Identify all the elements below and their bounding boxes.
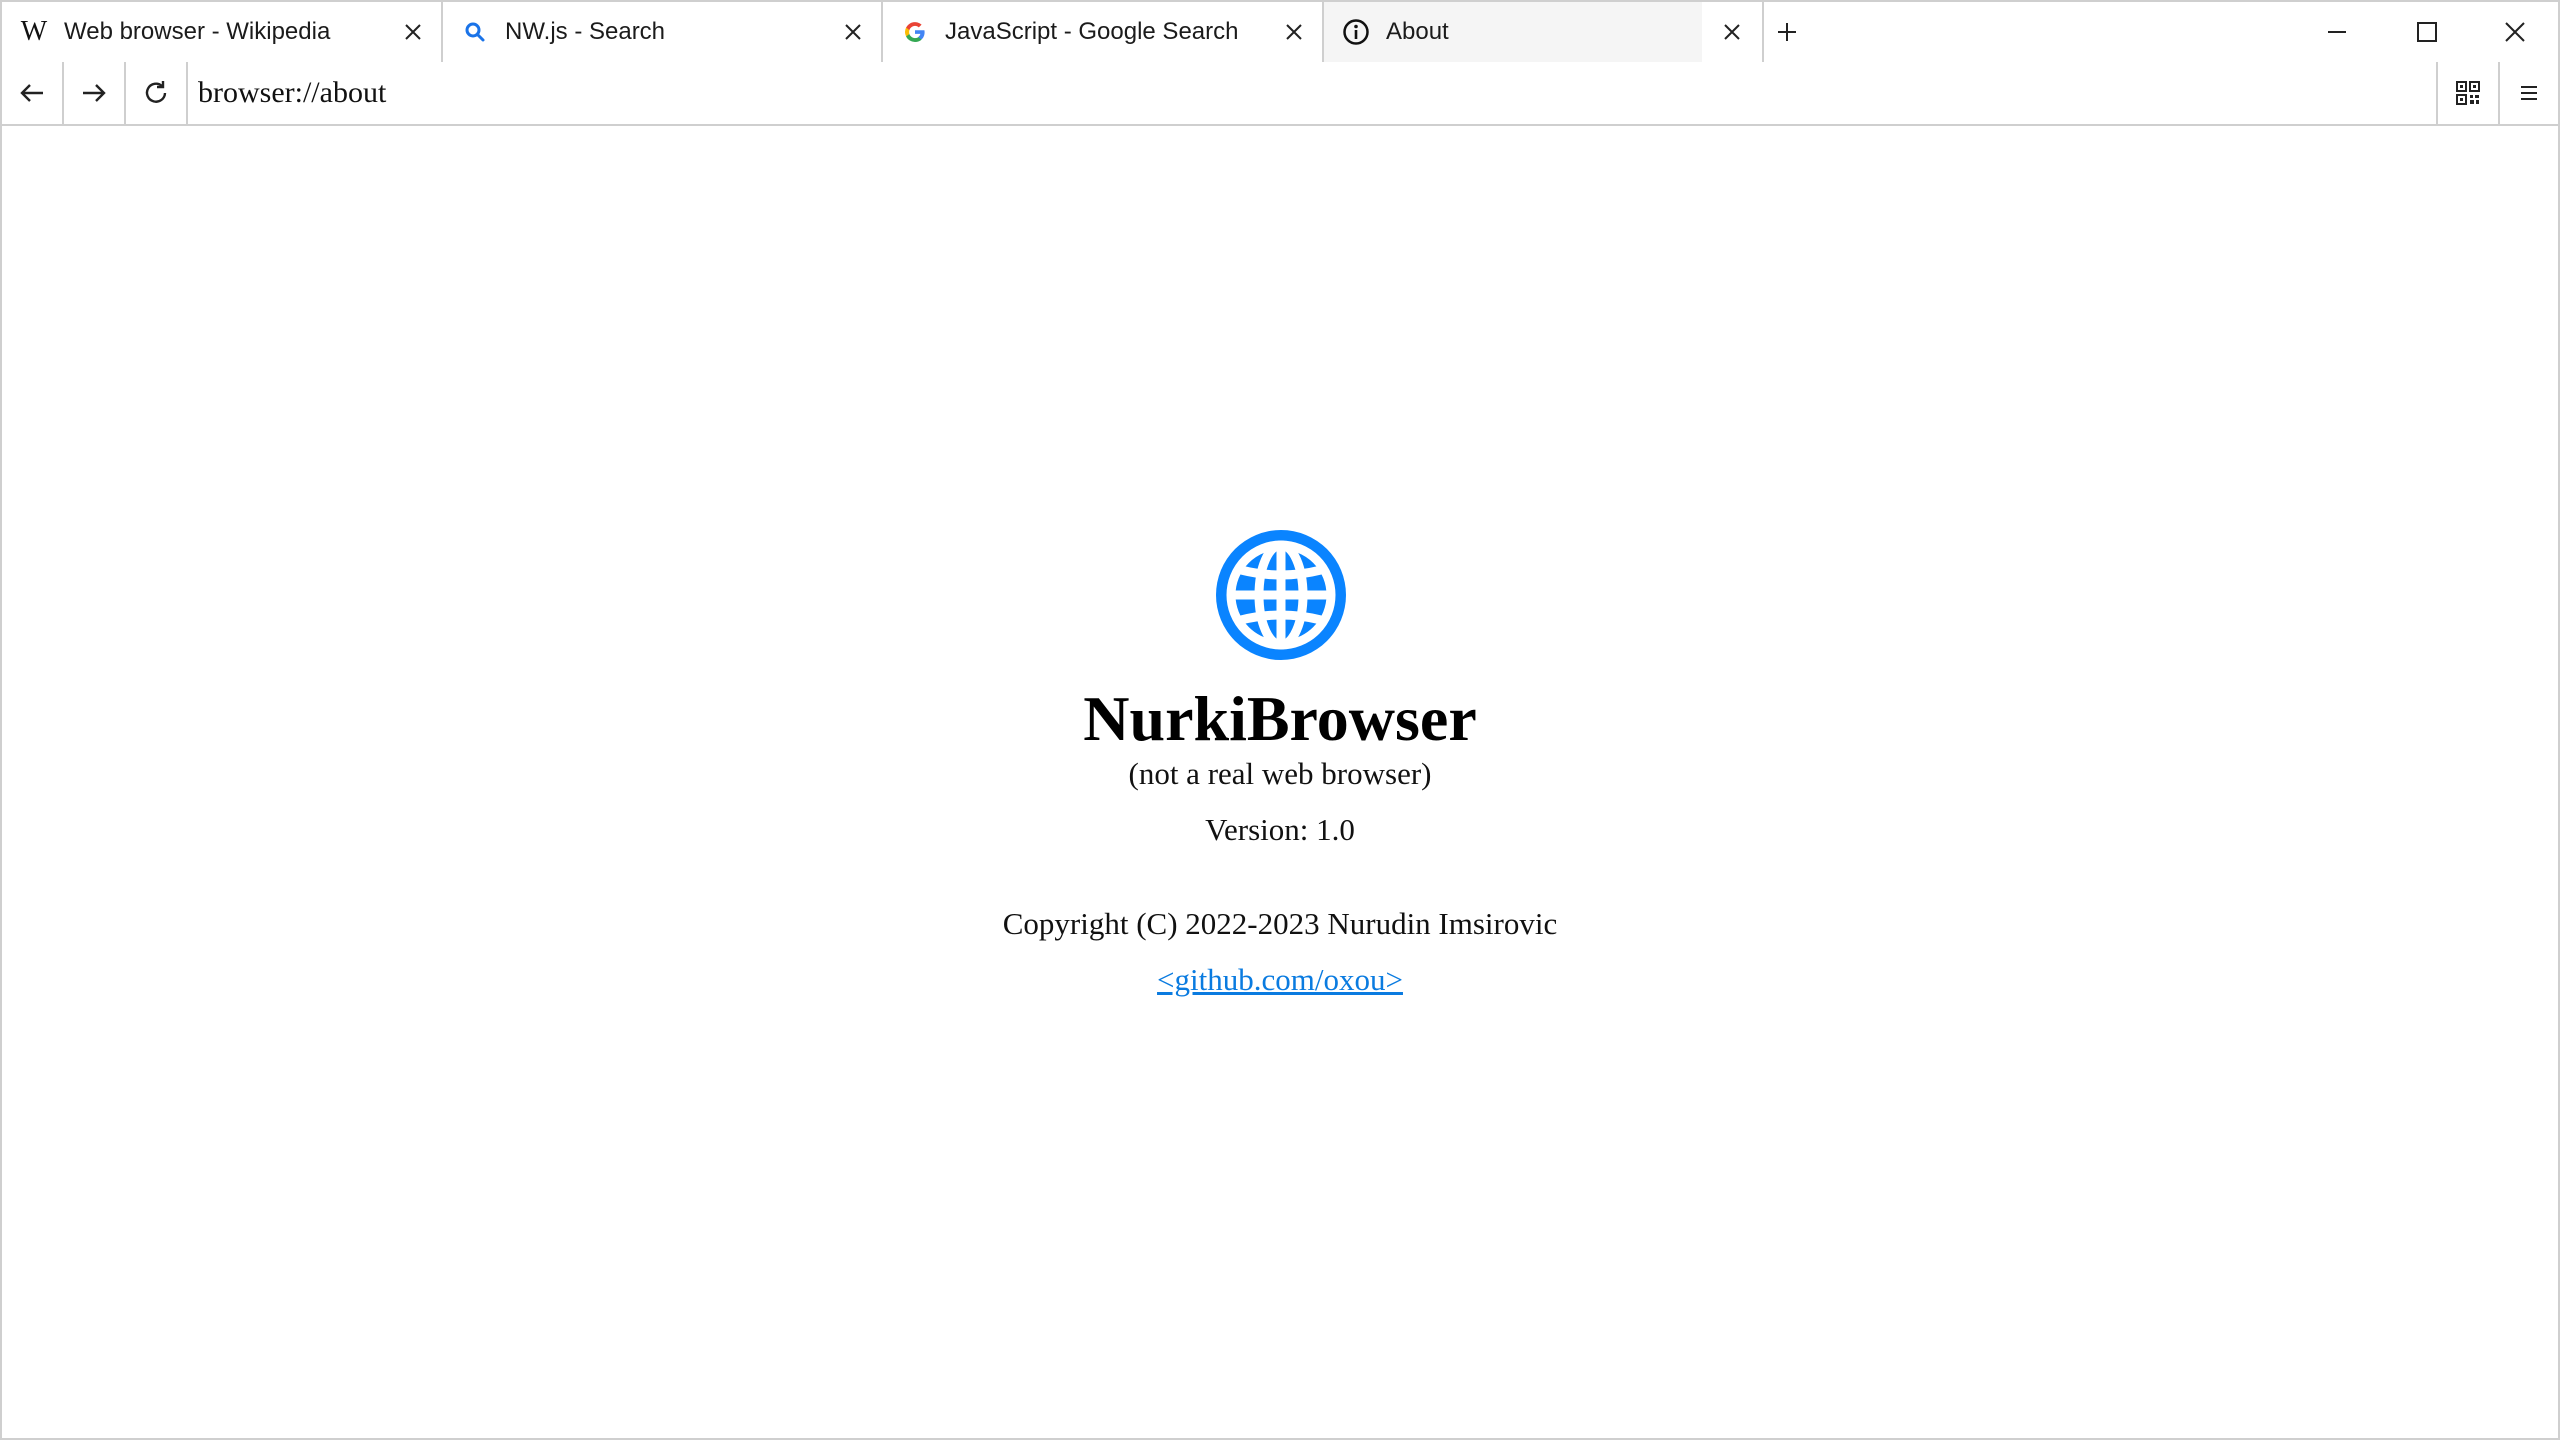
search-icon [459,16,491,48]
tab-label: NW.js - Search [505,18,666,45]
close-icon[interactable] [1712,12,1752,52]
arrow-right-icon [83,84,106,102]
maximize-icon [2417,22,2437,42]
back-button[interactable] [2,62,64,124]
close-icon[interactable] [833,12,873,52]
hamburger-menu-icon [2521,86,2537,100]
wikipedia-icon: W [20,16,48,47]
tab-strip: W Web browser - Wikipedia NW.js - Search [2,2,2558,64]
url-input[interactable] [188,64,2436,122]
version-text: Version: 1.0 [1205,812,1355,847]
minimize-button[interactable] [2292,2,2382,62]
navigation-toolbar [2,62,2558,126]
tab-label: JavaScript - Google Search [945,18,1239,45]
google-icon [899,16,931,48]
tab-label: About [1386,18,1449,45]
forward-button[interactable] [64,62,126,124]
reload-icon [145,81,167,103]
browser-window: W Web browser - Wikipedia NW.js - Search [0,0,2560,1440]
tab-wikipedia[interactable]: W Web browser - Wikipedia [2,2,443,62]
tab-about[interactable]: About [1324,2,1764,62]
close-window-button[interactable] [2470,2,2558,62]
minimize-icon [2328,31,2346,33]
maximize-button[interactable] [2382,2,2472,62]
arrow-left-icon [20,84,43,102]
tab-nwjs-search[interactable]: NW.js - Search [443,2,883,62]
app-subtitle: (not a real web browser) [1128,756,1432,791]
info-icon [1340,16,1372,48]
tab-label: Web browser - Wikipedia [64,18,331,45]
copyright-text: Copyright (C) 2022-2023 Nurudin Imsirovi… [1002,906,1558,941]
close-icon[interactable] [1274,12,1314,52]
qr-code-icon [2456,81,2480,105]
globe-icon [1216,530,1346,660]
about-page: NurkiBrowser (not a real web browser) Ve… [2,126,2558,1438]
plus-icon [1778,23,1796,41]
reload-button[interactable] [126,62,188,124]
tab-close-area [1702,2,1762,62]
github-link-container: <github.com/oxou> [2,962,2558,998]
menu-button[interactable] [2498,62,2558,124]
new-tab-button[interactable] [1767,12,1807,52]
github-link[interactable]: <github.com/oxou> [1157,962,1403,997]
address-bar [188,62,2436,124]
close-icon [2505,22,2525,42]
qr-code-button[interactable] [2436,62,2498,124]
app-name: NurkiBrowser [1083,683,1477,754]
tab-google-search[interactable]: JavaScript - Google Search [883,2,1324,62]
close-icon[interactable] [393,12,433,52]
